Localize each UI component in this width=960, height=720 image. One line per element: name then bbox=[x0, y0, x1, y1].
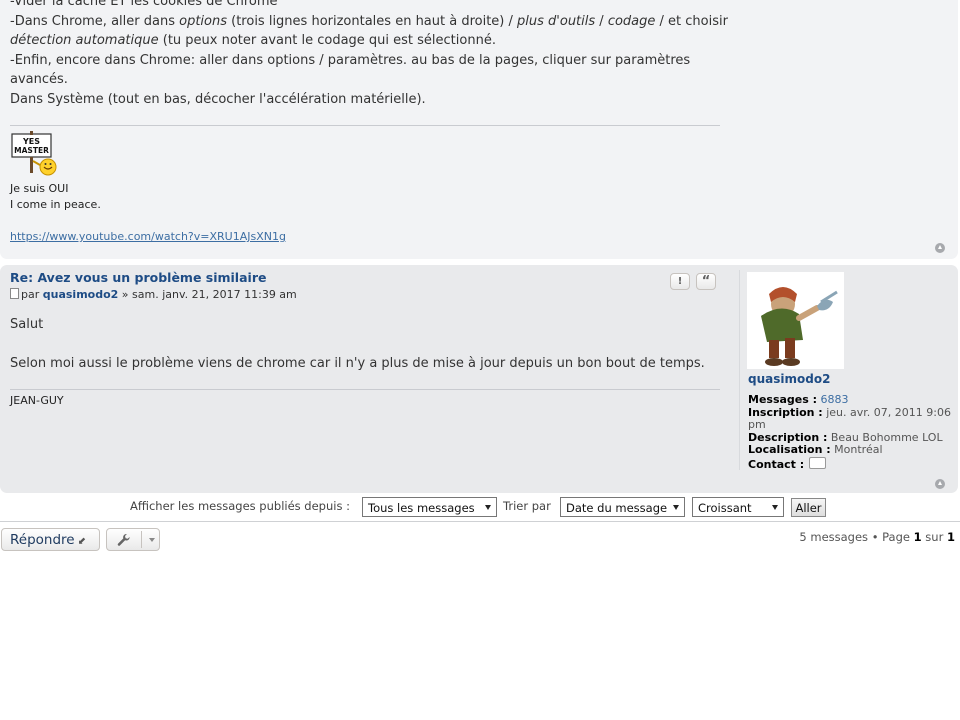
post-1: -Vider la cache ET les cookies de Chrome… bbox=[0, 0, 958, 259]
go-button[interactable]: Aller bbox=[791, 498, 826, 517]
label: Contact : bbox=[748, 457, 805, 471]
post-1-partial-line: -Vider la cache ET les cookies de Chrome bbox=[10, 0, 278, 9]
meta-by: par bbox=[21, 288, 43, 301]
signature-line-1: Je suis OUI bbox=[10, 182, 69, 195]
quote-button[interactable]: “ bbox=[696, 273, 716, 290]
signature-text: Je suis OUI I come in peace. bbox=[10, 181, 101, 213]
text-options: options bbox=[179, 13, 227, 29]
selected-value: Tous les messages bbox=[368, 501, 475, 515]
avatar[interactable] bbox=[747, 272, 844, 369]
yes-master-smiley-image: YES MASTER bbox=[11, 131, 57, 176]
author-link[interactable]: quasimodo2 bbox=[43, 288, 119, 301]
label: Messages : bbox=[748, 393, 818, 406]
current-page: 1 bbox=[913, 530, 922, 544]
profile-username[interactable]: quasimodo2 bbox=[748, 372, 830, 386]
display-label: Afficher les messages publiés depuis : bbox=[130, 499, 350, 513]
sign-text-yes: YES bbox=[22, 137, 40, 146]
post-meta: par quasimodo2 » sam. janv. 21, 2017 11:… bbox=[10, 288, 297, 301]
profile-contact: Contact : bbox=[748, 456, 953, 472]
report-button[interactable]: ! bbox=[670, 273, 690, 290]
text: (tu peux noter avant le codage qui est s… bbox=[158, 33, 496, 48]
post-date: » sam. janv. 21, 2017 11:39 am bbox=[118, 288, 297, 301]
label: Description : bbox=[748, 430, 828, 444]
value: Beau Bohomme LOL bbox=[830, 430, 943, 444]
profile-inscription: Inscription : jeu. avr. 07, 2011 9:06 pm bbox=[748, 405, 953, 432]
text: (trois lignes horizontales en haut à dro… bbox=[227, 13, 518, 29]
sort-order-select[interactable]: Croissant bbox=[692, 497, 784, 517]
messages-count-link[interactable]: 6883 bbox=[821, 393, 849, 406]
author-profile: quasimodo2 Messages : 6883 Inscription :… bbox=[739, 265, 958, 493]
sort-by-select[interactable]: Date du message bbox=[560, 497, 685, 517]
signature-divider bbox=[10, 389, 720, 390]
post-2-line-2: Selon moi aussi le problème viens de chr… bbox=[10, 356, 705, 371]
dropdown-arrow-icon bbox=[485, 505, 491, 510]
total-pages: 1 bbox=[946, 530, 955, 544]
pagination-info: 5 messages • Page 1 sur 1 bbox=[799, 530, 955, 544]
display-filter-bar: Afficher les messages publiés depuis : T… bbox=[0, 494, 960, 520]
wrench-icon bbox=[117, 533, 130, 546]
sort-label: Trier par bbox=[503, 499, 551, 513]
text-codage: codage bbox=[607, 13, 656, 29]
post-1-line-1: -Dans Chrome, aller dans options (trois … bbox=[10, 12, 730, 32]
display-since-select[interactable]: Tous les messages bbox=[362, 497, 497, 517]
text: -Dans Chrome, aller dans bbox=[10, 13, 180, 29]
signature-line-2: I come in peace. bbox=[10, 198, 101, 211]
label: Localisation : bbox=[748, 443, 831, 456]
signature-youtube-link[interactable]: https://www.youtube.com/watch?v=XRU1AJsX… bbox=[10, 230, 286, 243]
text: 5 messages • Page bbox=[799, 530, 914, 544]
text-auto: détection automatique bbox=[10, 33, 159, 48]
profile-divider bbox=[739, 270, 740, 470]
bottom-action-bar: Répondre ⬋ 5 messages • Page 1 sur 1 bbox=[0, 522, 960, 556]
contact-icon[interactable] bbox=[808, 456, 826, 469]
dropdown-arrow-icon bbox=[772, 505, 778, 510]
post-2-body: Salut Selon moi aussi le problème viens … bbox=[10, 315, 705, 374]
reply-arrow-icon: ⬋ bbox=[77, 536, 86, 547]
reply-label: Répondre bbox=[10, 532, 75, 548]
post-1-line-3: -Enfin, encore dans Chrome: aller dans o… bbox=[10, 52, 691, 88]
label: Inscription : bbox=[748, 405, 823, 419]
post-1-body: -Vider la cache ET les cookies de Chrome… bbox=[10, 0, 730, 109]
back-to-top-icon[interactable] bbox=[935, 479, 945, 489]
text: sur bbox=[921, 530, 947, 544]
button-divider bbox=[141, 531, 142, 548]
value: Montréal bbox=[834, 443, 883, 456]
document-icon[interactable] bbox=[10, 288, 19, 299]
profile-fields: Messages : 6883 Inscription : jeu. avr. … bbox=[748, 393, 953, 472]
post-1-line-4: Dans Système (tout en bas, décocher l'ac… bbox=[10, 91, 426, 107]
back-to-top-icon[interactable] bbox=[935, 243, 945, 253]
post-2-line-1: Salut bbox=[10, 317, 44, 332]
dropdown-arrow-icon bbox=[673, 505, 679, 510]
selected-value: Croissant bbox=[698, 501, 752, 515]
reply-button[interactable]: Répondre ⬋ bbox=[1, 528, 100, 551]
signature-text: JEAN-GUY bbox=[10, 394, 64, 407]
text: / bbox=[595, 13, 608, 29]
profile-localisation: Localisation : Montréal bbox=[748, 443, 953, 457]
chevron-down-icon[interactable] bbox=[149, 538, 155, 542]
sign-text-master: MASTER bbox=[14, 146, 49, 155]
selected-value: Date du message bbox=[566, 501, 668, 515]
text-tools: plus d'outils bbox=[517, 13, 596, 29]
post-title-link[interactable]: Re: Avez vous un problème similaire bbox=[10, 270, 266, 285]
signature-divider bbox=[10, 125, 720, 126]
topic-tools-button[interactable] bbox=[106, 528, 160, 551]
post-2: Re: Avez vous un problème similaire par … bbox=[0, 265, 958, 493]
post-1-line-2: détection automatique (tu peux noter ava… bbox=[10, 31, 730, 51]
text: / et choisir bbox=[655, 13, 728, 29]
